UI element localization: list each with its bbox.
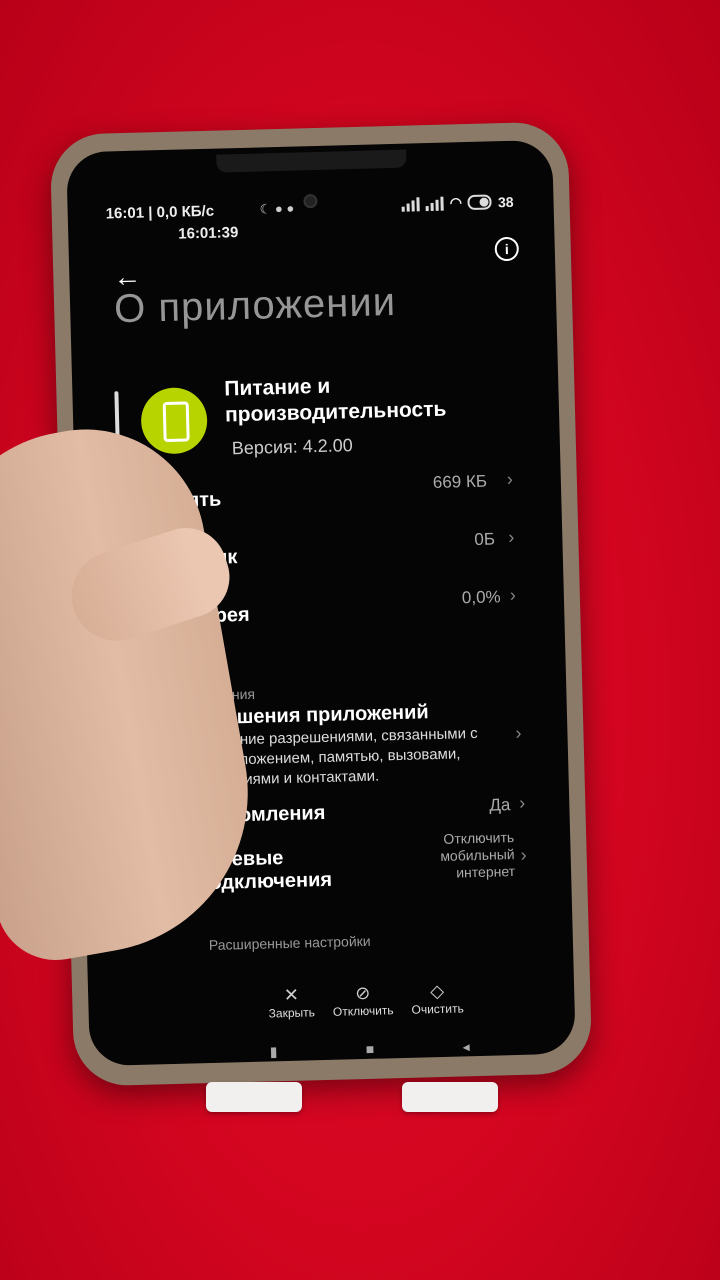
wifi-icon: ◠ <box>449 194 463 211</box>
close-icon: ✕ <box>283 984 300 1006</box>
battery-saver-icon <box>467 194 493 211</box>
chevron-right-icon: › <box>509 584 517 606</box>
system-navbar: ▮ ■ ◂ <box>269 1038 469 1060</box>
close-label: Закрыть <box>268 1005 316 1021</box>
stand-left <box>206 1082 302 1112</box>
action-bar: ✕ Закрыть ⊘ Отключить ◇ Очистить <box>268 980 464 1021</box>
chevron-right-icon: › <box>520 844 527 865</box>
block-icon: ⊘ <box>354 982 371 1004</box>
status-clock: 16:01:39 <box>178 224 239 243</box>
network-value: Отключить мобильный интернет <box>440 829 516 881</box>
status-notification-icons: ☾ ● ● <box>259 200 295 217</box>
advanced-settings-header: Расширенные настройки <box>208 932 371 954</box>
chevron-right-icon: › <box>515 722 522 743</box>
close-button[interactable]: ✕ Закрыть <box>268 984 316 1021</box>
disable-label: Отключить <box>332 1003 394 1019</box>
phone-app-icon <box>140 386 209 455</box>
battery-level: 38 <box>497 193 514 210</box>
page-title: О приложении <box>113 279 397 332</box>
status-left-text: 16:01 | 0,0 КБ/с <box>105 202 215 223</box>
stand-right <box>402 1082 498 1112</box>
camera-icon <box>303 193 318 209</box>
disable-button[interactable]: ⊘ Отключить <box>332 982 394 1019</box>
app-version: Версия: 4.2.00 <box>231 435 354 459</box>
chevron-right-icon: › <box>506 468 514 490</box>
eraser-icon: ◇ <box>429 980 445 1002</box>
signal-icon <box>401 196 420 212</box>
home-icon[interactable]: ■ <box>366 1041 375 1058</box>
app-name: Питание и производительность <box>224 374 447 427</box>
recents-icon[interactable]: ▮ <box>269 1043 277 1060</box>
status-right: ◠ 38 <box>401 193 514 213</box>
memory-row-value: 669 КБ <box>432 471 488 493</box>
clear-label: Очистить <box>411 1001 464 1017</box>
battery-row-value: 0,0% <box>461 587 501 608</box>
signal-2-icon <box>425 196 444 211</box>
notifications-value: Да <box>489 795 511 815</box>
clear-button[interactable]: ◇ Очистить <box>411 980 464 1017</box>
back-nav-icon[interactable]: ◂ <box>462 1038 469 1055</box>
info-icon[interactable]: i <box>494 236 520 262</box>
chevron-right-icon: › <box>519 792 526 813</box>
notch <box>216 149 407 173</box>
traffic-row-value: 0Б <box>474 529 496 549</box>
chevron-right-icon: › <box>508 526 515 548</box>
